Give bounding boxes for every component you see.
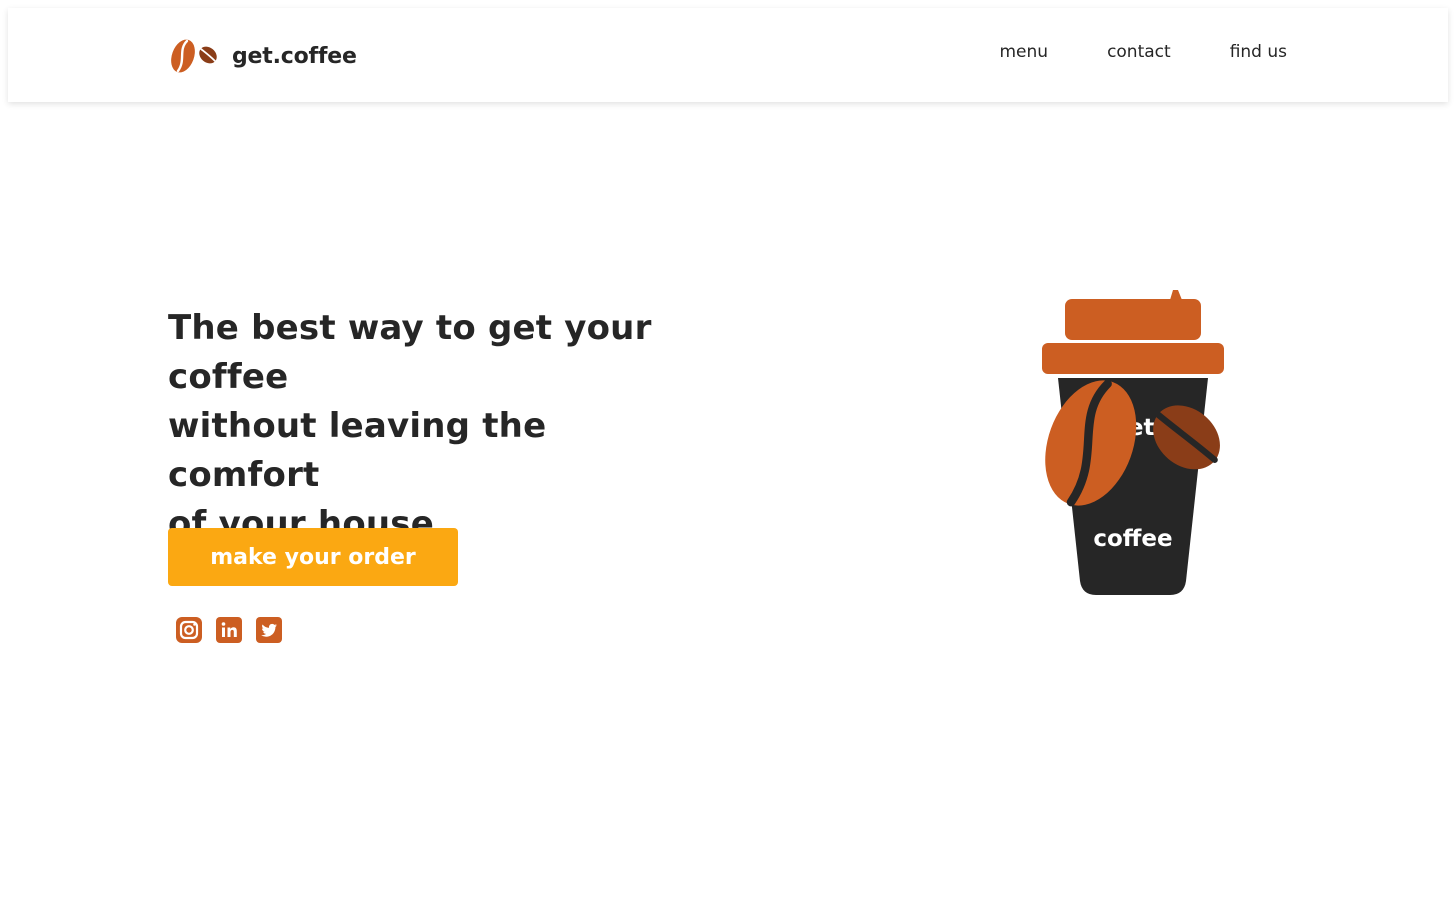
headline-line-2: coffee: [168, 357, 289, 397]
nav-link-find-us[interactable]: find us: [1230, 42, 1287, 62]
twitter-link[interactable]: [256, 617, 282, 643]
nav-links: menu contact find us: [999, 42, 1287, 62]
instagram-icon: [176, 617, 202, 643]
nav-link-contact[interactable]: contact: [1107, 42, 1171, 62]
coffee-cup-illustration: get coffee: [1040, 289, 1226, 597]
linkedin-icon: [216, 617, 242, 643]
coffee-beans-icon: [171, 39, 217, 73]
social-links: [176, 617, 282, 643]
cup-label-bottom: coffee: [1093, 526, 1173, 552]
hero-section: The best way to get your coffee without …: [168, 304, 688, 549]
headline-line-3: without leaving the comfort: [168, 406, 547, 495]
nav-link-menu[interactable]: menu: [999, 42, 1048, 62]
brand-name: get.coffee: [232, 43, 357, 69]
instagram-link[interactable]: [176, 617, 202, 643]
make-order-button[interactable]: make your order: [168, 528, 458, 586]
brand-link[interactable]: get.coffee: [170, 38, 357, 74]
twitter-icon: [256, 617, 282, 643]
headline-line-1: The best way to get your: [168, 308, 652, 348]
hero-headline: The best way to get your coffee without …: [168, 304, 688, 549]
navbar: get.coffee menu contact find us: [8, 8, 1448, 102]
linkedin-link[interactable]: [216, 617, 242, 643]
